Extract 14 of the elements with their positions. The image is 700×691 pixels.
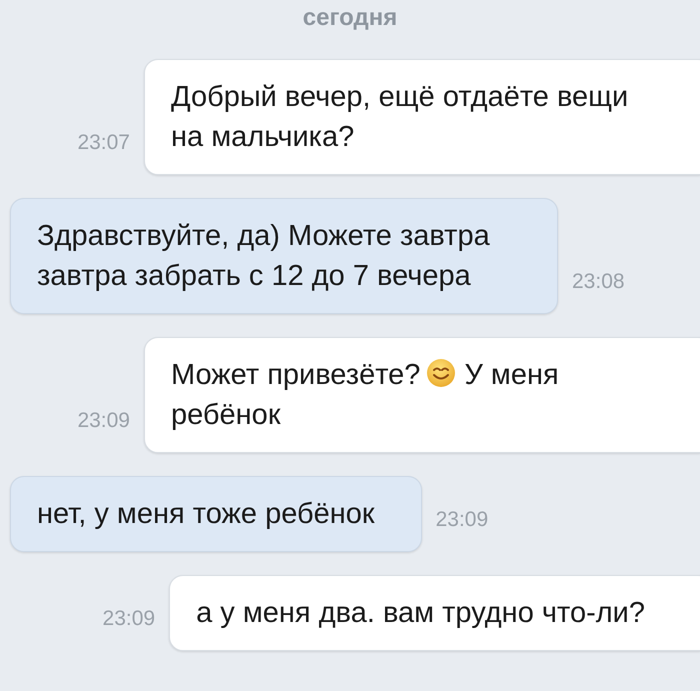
message-time: 23:08 [571, 270, 626, 295]
message-time: 23:07 [76, 131, 131, 156]
message-text: а у меня два. вам трудно что-ли? [196, 596, 645, 631]
message-text: Добрый вечер, ещё отдаёте вещи на мальчика? [171, 80, 630, 155]
message-text: У меня [464, 358, 559, 393]
message-time: 23:09 [102, 607, 156, 632]
message-text: ребёнок [171, 398, 281, 433]
message-time: 23:09 [76, 409, 131, 434]
date-label: сегодня [302, 4, 398, 32]
message-time: 23:09 [434, 508, 490, 533]
message-text: Здравствуйте, да) Можете завтра завтра забрать с 12 до 7 вечера [37, 220, 490, 292]
message-text: Может привезёте? [171, 358, 420, 393]
smiley-icon [426, 358, 456, 388]
message-text: нет, у меня тоже ребёнок [37, 498, 375, 530]
